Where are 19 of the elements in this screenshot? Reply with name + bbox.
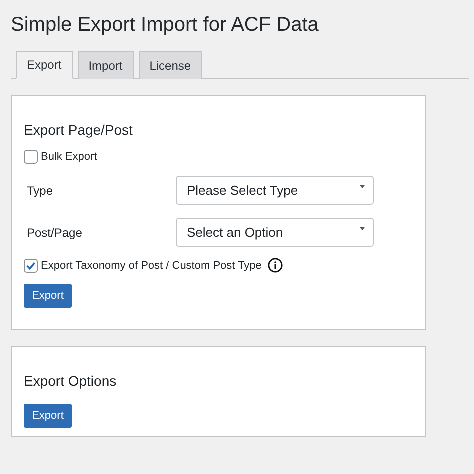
tab[interactable]: License bbox=[138, 51, 202, 79]
checkbox-label: Bulk Export bbox=[41, 151, 98, 163]
caret-icon bbox=[360, 227, 365, 231]
info-icon[interactable] bbox=[268, 258, 283, 273]
page-title: Simple Export Import for ACF Data bbox=[11, 13, 320, 37]
field-label: Post/Page bbox=[27, 226, 84, 240]
checkbox[interactable] bbox=[24, 150, 38, 164]
panel-heading: Export Page/Post bbox=[24, 121, 134, 139]
panel-heading: Export Options bbox=[24, 372, 118, 390]
tab[interactable]: Import bbox=[78, 51, 134, 79]
export-button[interactable]: Export bbox=[24, 404, 72, 428]
tab[interactable]: Export bbox=[16, 51, 73, 79]
export-button[interactable]: Export bbox=[24, 284, 72, 308]
caret-icon bbox=[360, 185, 365, 189]
select-field[interactable]: Select an Option bbox=[176, 218, 374, 247]
checkbox-label: Export Taxonomy of Post / Custom Post Type bbox=[41, 260, 262, 272]
field-label: Type bbox=[27, 184, 54, 198]
select-field[interactable]: Please Select Type bbox=[176, 176, 374, 205]
checkbox[interactable] bbox=[24, 258, 38, 272]
